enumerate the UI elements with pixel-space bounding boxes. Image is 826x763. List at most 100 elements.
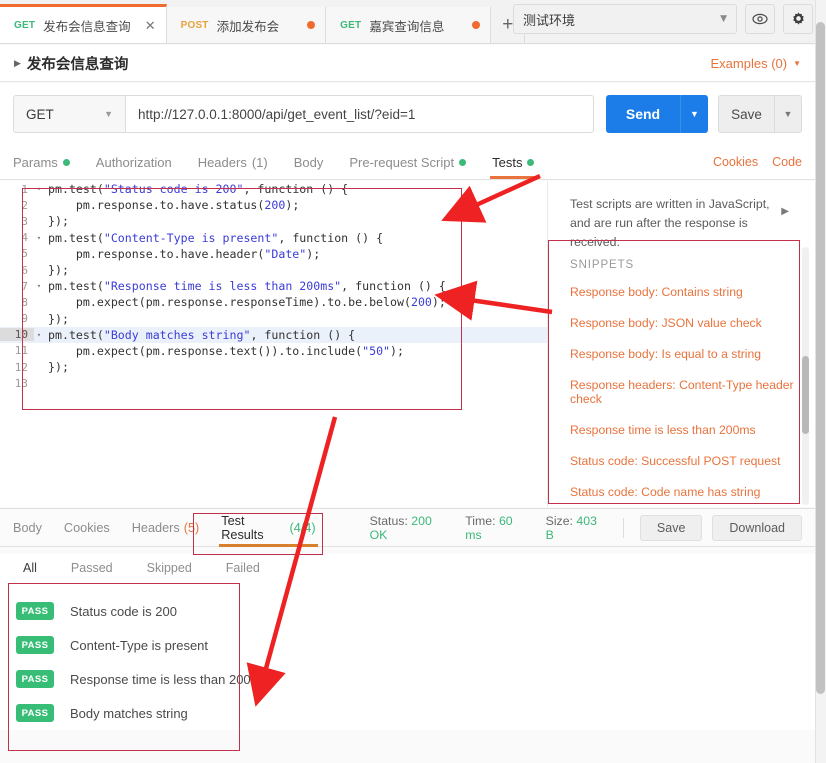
- line-number: 5: [0, 247, 34, 260]
- code-line[interactable]: 13: [0, 375, 547, 391]
- cookies-link[interactable]: Cookies: [713, 155, 758, 169]
- code-line[interactable]: 3});: [0, 213, 547, 229]
- examples-label: Examples (0): [711, 56, 788, 71]
- code-line[interactable]: 1▾pm.test("Status code is 200", function…: [0, 181, 547, 197]
- code-line[interactable]: 4▾pm.test("Content-Type is present", fun…: [0, 230, 547, 246]
- send-options-icon[interactable]: ▼: [680, 95, 708, 133]
- tab-tests[interactable]: Tests: [492, 145, 534, 179]
- code-line[interactable]: 8 pm.expect(pm.response.responseTime).to…: [0, 294, 547, 310]
- snippets-scrollbar-thumb[interactable]: [802, 356, 809, 434]
- code-line[interactable]: 9});: [0, 311, 547, 327]
- snippets-panel: SNIPPETS Response body: Contains stringR…: [548, 243, 797, 507]
- code-link[interactable]: Code: [772, 155, 802, 169]
- snippet-item[interactable]: Response headers: Content-Type header ch…: [570, 378, 797, 406]
- test-result-row[interactable]: PASSStatus code is 200: [0, 594, 815, 628]
- code-text: });: [44, 263, 69, 277]
- line-number: 11: [0, 344, 34, 357]
- environment-quick-look-button[interactable]: [745, 4, 775, 34]
- test-result-row[interactable]: PASSResponse time is less than 200ms: [0, 662, 815, 696]
- test-name: Status code is 200: [70, 604, 177, 619]
- tab-headers[interactable]: Headers (1): [198, 145, 268, 179]
- tests-editor-area: 1▾pm.test("Status code is 200", function…: [0, 181, 815, 507]
- line-number: 4: [0, 231, 34, 244]
- tests-script-editor[interactable]: 1▾pm.test("Status code is 200", function…: [0, 181, 548, 507]
- code-line[interactable]: 5 pm.response.to.have.header("Date");: [0, 246, 547, 262]
- tab-title: 发布会信息查询: [43, 16, 131, 35]
- environment-select[interactable]: 测试环境 ▼: [513, 4, 737, 34]
- response-save-button[interactable]: Save: [640, 515, 703, 541]
- close-icon[interactable]: ✕: [145, 19, 156, 32]
- gear-icon: [790, 11, 807, 28]
- code-line[interactable]: 2 pm.response.to.have.status(200);: [0, 197, 547, 213]
- snippet-item[interactable]: Response body: JSON value check: [570, 316, 797, 330]
- snippet-item[interactable]: Response body: Contains string: [570, 285, 797, 299]
- code-fold-icon[interactable]: ▾: [34, 282, 44, 290]
- response-tab-headers[interactable]: Headers (5): [132, 509, 199, 547]
- http-method-value: GET: [26, 107, 54, 122]
- tab-params[interactable]: Params: [13, 145, 70, 179]
- code-text: });: [44, 214, 69, 228]
- http-method-select[interactable]: GET ▼: [13, 95, 125, 133]
- chevron-down-icon: ▼: [104, 109, 113, 119]
- request-tab-3[interactable]: GET 嘉宾查询信息: [326, 7, 491, 43]
- code-line[interactable]: 12});: [0, 359, 547, 375]
- page-title: 发布会信息查询: [27, 53, 129, 74]
- save-options-icon[interactable]: ▼: [774, 95, 802, 133]
- send-button[interactable]: Send: [606, 95, 680, 133]
- test-name: Response time is less than 200ms: [70, 672, 268, 687]
- response-download-button[interactable]: Download: [712, 515, 802, 541]
- code-fold-icon[interactable]: ▾: [34, 234, 44, 242]
- collapse-help-icon[interactable]: ▶: [781, 206, 789, 217]
- expand-caret-icon[interactable]: ▶: [14, 58, 21, 69]
- postman-window: GET 发布会信息查询 ✕ POST 添加发布会 GET 嘉宾查询信息 + ••…: [0, 0, 826, 763]
- request-tab-2[interactable]: POST 添加发布会: [167, 7, 327, 43]
- environment-bar: 测试环境 ▼: [513, 4, 813, 34]
- line-number: 12: [0, 361, 34, 374]
- tab-label: Headers: [198, 155, 247, 170]
- response-actions: Save Download: [640, 515, 802, 541]
- line-number: 9: [0, 312, 34, 325]
- code-text: pm.test("Body matches string", function …: [44, 328, 355, 342]
- tab-body[interactable]: Body: [294, 145, 324, 179]
- code-line[interactable]: 7▾pm.test("Response time is less than 20…: [0, 278, 547, 294]
- snippet-item[interactable]: Status code: Successful POST request: [570, 454, 797, 468]
- snippet-item[interactable]: Status code: Code name has string: [570, 485, 797, 499]
- snippet-item[interactable]: Response body: Is equal to a string: [570, 347, 797, 361]
- eye-icon: [752, 13, 768, 25]
- filter-skipped[interactable]: Skipped: [130, 557, 209, 579]
- settings-button[interactable]: [783, 4, 813, 34]
- tab-label: Pre-request Script: [349, 155, 454, 170]
- request-tab-1[interactable]: GET 发布会信息查询 ✕: [0, 4, 167, 43]
- tab-pre-request-script[interactable]: Pre-request Script: [349, 145, 466, 179]
- filter-all[interactable]: All: [6, 557, 54, 579]
- code-line[interactable]: 6});: [0, 262, 547, 278]
- examples-dropdown[interactable]: Examples (0) ▼: [711, 56, 802, 71]
- save-group: Save ▼: [718, 95, 802, 133]
- url-input[interactable]: http://127.0.0.1:8000/api/get_event_list…: [125, 95, 594, 133]
- response-tab-cookies[interactable]: Cookies: [64, 509, 110, 547]
- tab-label: Body: [294, 155, 324, 170]
- filter-passed[interactable]: Passed: [54, 557, 130, 579]
- tab-authorization[interactable]: Authorization: [96, 145, 172, 179]
- test-result-row[interactable]: PASSBody matches string: [0, 696, 815, 730]
- tab-method-badge: POST: [181, 20, 209, 31]
- code-line[interactable]: 10▾pm.test("Body matches string", functi…: [0, 327, 547, 343]
- response-tab-test-results[interactable]: Test Results (4/4): [221, 509, 315, 547]
- send-group: Send ▼: [606, 95, 708, 133]
- tab-count: (4/4): [289, 521, 315, 535]
- modified-dot-icon: [63, 159, 70, 166]
- tab-label: Authorization: [96, 155, 172, 170]
- time-label: Time:: [465, 514, 495, 528]
- code-line[interactable]: 11 pm.expect(pm.response.text()).to.incl…: [0, 343, 547, 359]
- response-tab-body[interactable]: Body: [13, 509, 42, 547]
- snippet-item[interactable]: Response time is less than 200ms: [570, 423, 797, 437]
- code-fold-icon[interactable]: ▾: [34, 331, 44, 339]
- filter-failed[interactable]: Failed: [209, 557, 277, 579]
- test-result-row[interactable]: PASSContent-Type is present: [0, 628, 815, 662]
- code-fold-icon[interactable]: ▾: [34, 185, 44, 193]
- save-button[interactable]: Save: [718, 95, 774, 133]
- response-bar: Body Cookies Headers (5) Test Results (4…: [0, 508, 815, 547]
- line-number: 3: [0, 215, 34, 228]
- status-meta: Status: 200 OK: [370, 514, 449, 542]
- page-scrollbar-thumb[interactable]: [816, 22, 825, 694]
